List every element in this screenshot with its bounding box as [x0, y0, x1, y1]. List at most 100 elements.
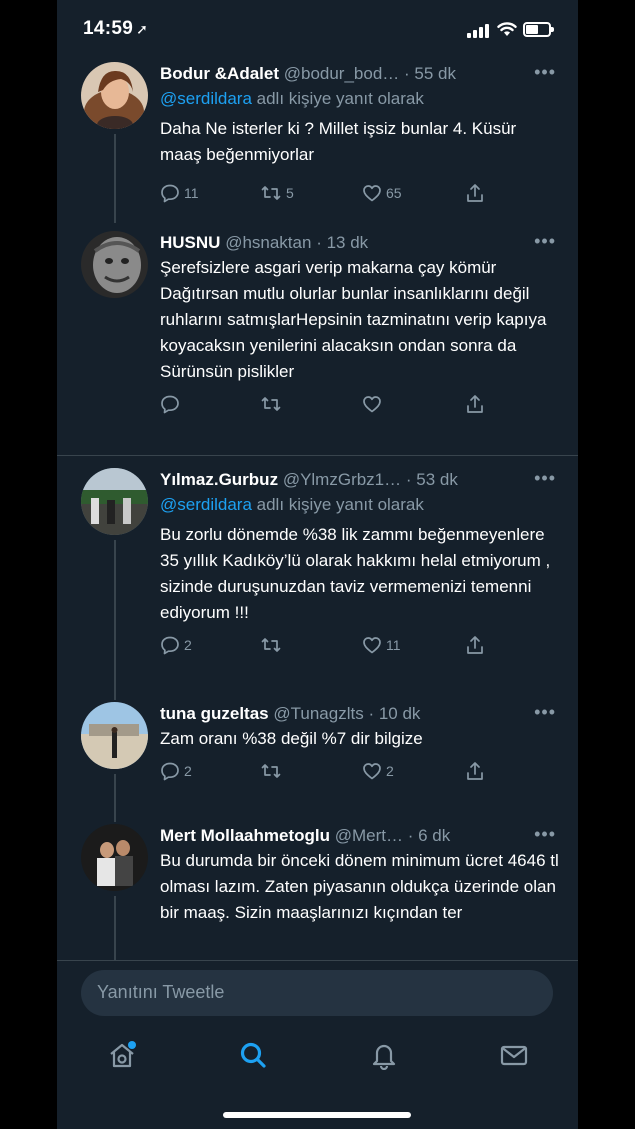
user-handle[interactable]: @Tunagzlts [273, 704, 363, 723]
status-bar: 14:59 ➚ [57, 0, 578, 62]
reply-button[interactable]: 2 [160, 760, 192, 782]
display-name[interactable]: Bodur &Adalet [160, 64, 279, 83]
location-arrow-icon: ➚ [136, 21, 149, 37]
avatar[interactable] [81, 702, 148, 769]
tweet[interactable]: Bodur &Adalet @bodur_bod… · 55 dk ••• @s… [57, 62, 578, 223]
tab-messages[interactable] [499, 1040, 529, 1070]
avatar[interactable] [81, 468, 148, 535]
tweet-header: Bodur &Adalet @bodur_bod… · 55 dk [160, 62, 562, 86]
thread-line [114, 774, 116, 822]
like-button[interactable] [362, 393, 382, 415]
retweet-button[interactable] [260, 760, 282, 782]
screen: 14:59 ➚ Bodur &Adalet @bodur_bod… · 55 d… [57, 0, 578, 1129]
avatar[interactable] [81, 231, 148, 298]
reply-button[interactable]: 2 [160, 634, 192, 656]
tweet[interactable]: tuna guzeltas @Tunagzlts · 10 dk ••• Zam… [57, 700, 578, 822]
like-count: 65 [386, 185, 402, 201]
battery-icon [523, 22, 554, 37]
tweet[interactable]: Yılmaz.Gurbuz @YlmzGrbz1… · 53 dk ••• @s… [57, 456, 578, 700]
bottom-tab-bar [57, 1030, 578, 1090]
tweet-time: · 13 dk [316, 233, 369, 252]
tweet-time: · 53 dk [405, 470, 458, 489]
like-button[interactable]: 65 [362, 182, 402, 204]
user-handle[interactable]: @Mert… [335, 826, 403, 845]
user-handle[interactable]: @hsnaktan [225, 233, 311, 252]
tweet-actions [160, 393, 562, 417]
display-name[interactable]: Mert Mollaahmetoglu [160, 826, 330, 845]
reply-icon [161, 636, 179, 655]
tweet-actions: 11 5 65 [160, 182, 562, 206]
tweet-actions: 2 2 [160, 760, 562, 784]
search-icon [240, 1042, 266, 1068]
heart-icon [363, 396, 381, 413]
clock: 14:59 [83, 18, 134, 39]
tab-home[interactable] [107, 1040, 137, 1070]
heart-icon [363, 763, 381, 780]
tweet-text: Zam oranı %38 değil %7 dir bilgize [160, 729, 423, 748]
like-button[interactable]: 11 [362, 634, 401, 656]
avatar[interactable] [81, 824, 148, 891]
reply-icon [161, 395, 179, 414]
retweet-icon [261, 764, 281, 778]
home-icon [110, 1041, 136, 1068]
mention-link[interactable]: @serdildara [160, 495, 252, 514]
reply-button[interactable]: 11 [160, 182, 199, 204]
reply-icon [161, 762, 179, 781]
tab-search[interactable] [238, 1040, 268, 1070]
home-indicator[interactable] [223, 1112, 411, 1118]
reply-icon [161, 184, 179, 203]
tweet-header: Yılmaz.Gurbuz @YlmzGrbz1… · 53 dk [160, 468, 562, 492]
more-options-icon[interactable]: ••• [534, 62, 556, 83]
tweet-text: Bu durumda bir önceki dönem minimum ücre… [160, 851, 559, 922]
tweet-text: Şerefsizlere asgari verip makarna çay kö… [160, 258, 547, 381]
reply-feed[interactable]: Bodur &Adalet @bodur_bod… · 55 dk ••• @s… [57, 62, 578, 960]
share-button[interactable] [465, 760, 485, 782]
user-handle[interactable]: @YlmzGrbz1… [283, 470, 401, 489]
cellular-signal-icon [467, 24, 489, 38]
retweet-icon [261, 638, 281, 652]
retweet-button[interactable]: 5 [260, 182, 294, 204]
composer-divider [57, 960, 578, 961]
tweet-time: · 55 dk [404, 64, 457, 83]
thread-line [114, 896, 116, 960]
like-button[interactable]: 2 [362, 760, 394, 782]
reply-context: @serdildara adlı kişiye yanıt olarak [160, 86, 562, 112]
thread-line [114, 540, 116, 700]
tweet-actions: 2 11 [160, 634, 562, 658]
share-icon [467, 762, 483, 780]
share-button[interactable] [465, 182, 485, 204]
tab-notifications[interactable] [369, 1040, 399, 1071]
reply-count: 2 [184, 637, 192, 653]
thread-line [114, 134, 116, 223]
heart-icon [363, 185, 381, 202]
more-options-icon[interactable]: ••• [534, 702, 556, 723]
reply-placeholder: Yanıtını Tweetle [97, 982, 225, 1002]
tweet-header: Mert Mollaahmetoglu @Mert… · 6 dk [160, 824, 562, 848]
avatar[interactable] [81, 62, 148, 129]
tweet-header: tuna guzeltas @Tunagzlts · 10 dk [160, 702, 562, 726]
reply-input[interactable]: Yanıtını Tweetle [81, 970, 553, 1016]
display-name[interactable]: HUSNU [160, 233, 220, 252]
share-button[interactable] [465, 634, 485, 656]
more-options-icon[interactable]: ••• [534, 231, 556, 252]
more-options-icon[interactable]: ••• [534, 468, 556, 489]
reply-context-suffix: adlı kişiye yanıt olarak [251, 89, 424, 108]
tweet[interactable]: HUSNU @hsnaktan · 13 dk ••• Şerefsizlere… [57, 223, 578, 456]
share-button[interactable] [465, 393, 485, 415]
heart-icon [363, 637, 381, 654]
tweet-header: HUSNU @hsnaktan · 13 dk [160, 231, 562, 255]
messages-icon [500, 1045, 528, 1066]
status-time: 14:59 ➚ [83, 18, 148, 40]
tweet-time: · 10 dk [368, 704, 421, 723]
reply-button[interactable] [160, 393, 180, 415]
display-name[interactable]: Yılmaz.Gurbuz [160, 470, 278, 489]
retweet-button[interactable] [260, 634, 282, 656]
more-options-icon[interactable]: ••• [534, 824, 556, 845]
tweet[interactable]: Mert Mollaahmetoglu @Mert… · 6 dk ••• Bu… [57, 822, 578, 960]
notifications-icon [372, 1044, 396, 1071]
user-handle[interactable]: @bodur_bod… [284, 64, 400, 83]
display-name[interactable]: tuna guzeltas [160, 704, 269, 723]
like-count: 11 [386, 637, 401, 653]
retweet-button[interactable] [260, 393, 282, 415]
mention-link[interactable]: @serdildara [160, 89, 252, 108]
